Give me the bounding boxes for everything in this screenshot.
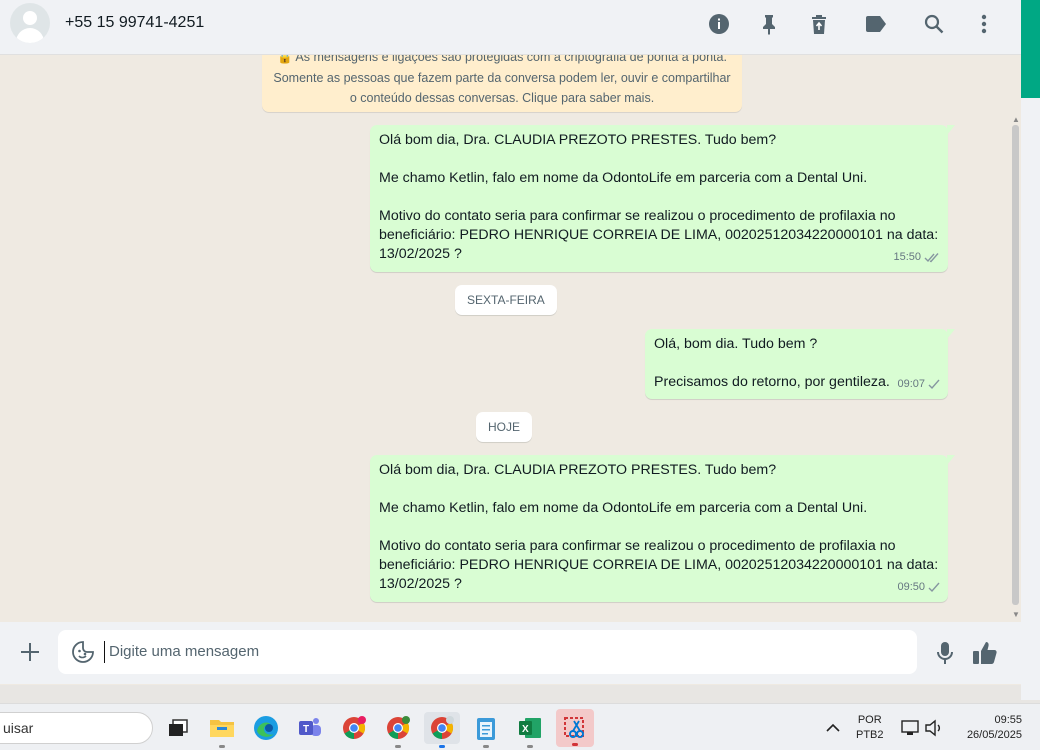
- message-meta: 15:50: [893, 248, 940, 267]
- taskbar-search[interactable]: uisar: [0, 712, 153, 744]
- pin-icon[interactable]: [757, 12, 781, 36]
- message-bubble-outgoing[interactable]: Olá bom dia, Dra. CLAUDIA PREZOTO PRESTE…: [370, 455, 955, 602]
- contact-name[interactable]: +55 15 99741-4251: [65, 14, 204, 32]
- excel-icon[interactable]: X: [514, 712, 546, 748]
- check-icon: [928, 582, 940, 593]
- scroll-down-arrow[interactable]: ▼: [1012, 610, 1020, 619]
- trash-icon[interactable]: [807, 12, 831, 36]
- date-divider-friday: SEXTA-FEIRA: [455, 285, 557, 315]
- message-time: 15:50: [893, 251, 921, 263]
- message-meta: 09:07: [897, 375, 940, 394]
- composer-bar: Digite uma mensagem: [0, 622, 1021, 684]
- chat-header[interactable]: +55 15 99741-4251: [0, 0, 1021, 55]
- file-explorer-icon[interactable]: [206, 712, 238, 748]
- sticker-emoji-icon[interactable]: [71, 640, 95, 664]
- language-code: POR: [857, 714, 882, 726]
- message-bubble-outgoing[interactable]: Olá, bom dia. Tudo bem ? Precisamos do r…: [645, 329, 955, 399]
- teams-icon[interactable]: T: [294, 712, 326, 744]
- taskbar-search-text: uisar: [3, 720, 34, 736]
- label-icon[interactable]: [864, 12, 888, 36]
- tray-expand-chevron-icon[interactable]: [820, 712, 846, 744]
- snipping-tool-icon[interactable]: [556, 709, 594, 747]
- encryption-notice[interactable]: 🔒 As mensagens e ligações são protegidas…: [262, 55, 742, 112]
- volume-icon[interactable]: [922, 712, 946, 744]
- whatsapp-window: +55 15 99741-4251 🔒 As mensagens e ligaç…: [0, 0, 1021, 685]
- date-divider-today: HOJE: [476, 412, 533, 442]
- message-bubble-outgoing[interactable]: Olá bom dia, Dra. CLAUDIA PREZOTO PRESTE…: [370, 125, 955, 272]
- language-indicator[interactable]: POR PTB2: [856, 713, 884, 743]
- message-text: Olá bom dia, Dra. CLAUDIA PREZOTO PRESTE…: [379, 132, 939, 262]
- attach-plus-icon[interactable]: [18, 640, 42, 664]
- chrome-profile-2-icon[interactable]: [382, 712, 414, 748]
- message-meta: 09:50: [897, 578, 940, 597]
- microphone-icon[interactable]: [933, 640, 957, 666]
- task-view-icon[interactable]: [162, 712, 194, 744]
- menu-icon[interactable]: [972, 12, 996, 36]
- notepad-icon[interactable]: [470, 712, 502, 748]
- double-check-icon: [924, 253, 939, 263]
- info-icon[interactable]: [707, 12, 731, 36]
- svg-text:X: X: [522, 724, 529, 735]
- text-caret: [104, 641, 105, 663]
- contact-avatar[interactable]: [10, 3, 50, 43]
- window-edge: [1021, 0, 1040, 700]
- keyboard-layout: PTB2: [856, 729, 884, 741]
- notice-line: o conteúdo dessas conversas. Clique para…: [349, 91, 655, 105]
- check-icon: [928, 379, 940, 390]
- message-input-placeholder: Digite uma mensagem: [109, 643, 260, 660]
- windows-taskbar: uisar T X POR PTB2 09:55 26/05/2025: [0, 703, 1040, 750]
- message-time: 09:07: [897, 378, 925, 390]
- svg-text:T: T: [303, 724, 309, 735]
- notice-line: 🔒 As mensagens e ligações são protegidas…: [277, 55, 727, 64]
- message-list[interactable]: 🔒 As mensagens e ligações são protegidas…: [0, 55, 1021, 622]
- clock-date: 26/05/2025: [966, 729, 1022, 741]
- network-icon[interactable]: [898, 712, 922, 744]
- scrollbar-thumb[interactable]: [1012, 125, 1019, 605]
- system-clock[interactable]: 09:55 26/05/2025: [958, 713, 1022, 743]
- chrome-active-icon[interactable]: [424, 712, 460, 748]
- message-input[interactable]: Digite uma mensagem: [58, 630, 917, 674]
- message-time: 09:50: [897, 581, 925, 593]
- scroll-up-arrow[interactable]: ▲: [1012, 115, 1020, 124]
- notice-line: Somente as pessoas que fazem parte da co…: [273, 70, 731, 85]
- chrome-profile-1-icon[interactable]: [338, 712, 370, 744]
- thumbs-up-icon[interactable]: [971, 639, 999, 667]
- clock-time: 09:55: [994, 714, 1022, 726]
- edge-browser-icon[interactable]: [250, 712, 282, 744]
- message-text: Olá bom dia, Dra. CLAUDIA PREZOTO PRESTE…: [379, 462, 939, 592]
- search-icon[interactable]: [922, 12, 946, 36]
